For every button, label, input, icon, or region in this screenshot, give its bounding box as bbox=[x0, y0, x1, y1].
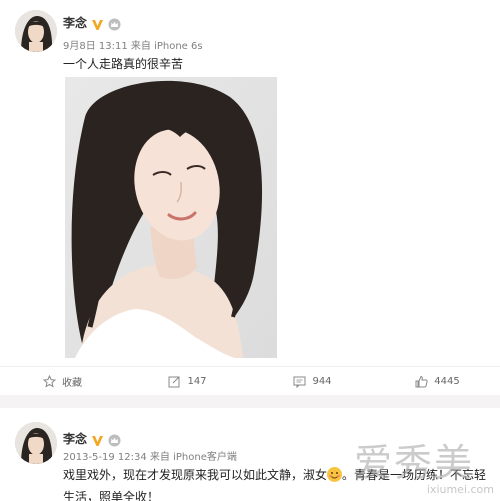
post-meta: 2013-5-19 12:34 来自 iPhone客户端 bbox=[63, 452, 237, 463]
weibo-post: 李念 9月8日 13:11 来自 iPhone 6s 一个人走路真的很辛苦 收藏… bbox=[0, 0, 500, 395]
author-name[interactable]: 李念 bbox=[63, 14, 87, 31]
post-divider bbox=[0, 395, 500, 408]
like-button[interactable]: 4445 bbox=[375, 367, 500, 395]
star-icon bbox=[43, 374, 56, 388]
author-row: 李念 bbox=[63, 14, 121, 31]
author-avatar[interactable] bbox=[15, 422, 57, 464]
watermark-brand: 爱秀美 bbox=[354, 441, 475, 485]
post-photo[interactable] bbox=[65, 77, 277, 358]
comment-icon bbox=[293, 376, 306, 388]
comment-count: 944 bbox=[312, 375, 332, 387]
verified-icon bbox=[91, 16, 104, 30]
member-crown-icon bbox=[108, 432, 121, 447]
repost-icon bbox=[168, 376, 180, 387]
post-meta: 9月8日 13:11 来自 iPhone 6s bbox=[63, 41, 203, 52]
favorite-button[interactable]: 收藏 bbox=[0, 367, 125, 395]
like-count: 4445 bbox=[434, 375, 460, 387]
verified-icon bbox=[91, 432, 104, 446]
post-actions-bar: 收藏 147 944 4445 bbox=[0, 366, 500, 395]
post-text-part: 生活，照单全收！ bbox=[63, 490, 160, 501]
thumbs-up-icon bbox=[415, 375, 428, 387]
repost-button[interactable]: 147 bbox=[125, 367, 250, 395]
author-row: 李念 bbox=[63, 430, 121, 447]
favorite-label: 收藏 bbox=[62, 377, 82, 389]
member-crown-icon bbox=[108, 16, 121, 31]
author-avatar[interactable] bbox=[15, 10, 57, 52]
site-watermark: 爱秀美 ixiumei.com bbox=[354, 432, 494, 496]
author-name[interactable]: 李念 bbox=[63, 430, 87, 447]
post-text: 一个人走路真的很辛苦 bbox=[63, 57, 184, 71]
repost-count: 147 bbox=[187, 375, 207, 387]
comment-button[interactable]: 944 bbox=[250, 367, 375, 395]
post-text-part: 戏里戏外，现在才发现原来我可以如此文静，淑女 bbox=[63, 468, 328, 482]
emoji-icon bbox=[327, 467, 343, 482]
